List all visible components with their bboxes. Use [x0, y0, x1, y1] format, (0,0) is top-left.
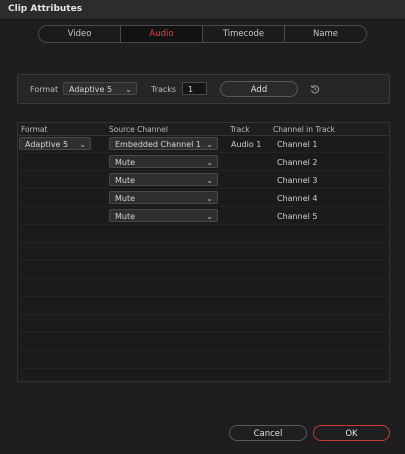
chevron-down-icon: ⌄ [206, 158, 213, 167]
tracks-label: Tracks [151, 85, 177, 94]
tab-audio[interactable]: Audio [121, 26, 203, 42]
channel-in-track: Channel 5 [277, 212, 318, 221]
source-channel-dropdown[interactable]: Mute ⌄ [109, 191, 218, 204]
header-format: Format [21, 125, 48, 134]
window-title: Clip Attributes [8, 4, 83, 14]
source-channel-dropdown[interactable]: Mute ⌄ [109, 209, 218, 222]
tab-video[interactable]: Video [39, 26, 121, 42]
table-header: Format Source Channel Track Channel in T… [18, 123, 389, 136]
channel-in-track: Channel 2 [277, 158, 318, 167]
source-channel-dropdown[interactable]: Mute ⌄ [109, 155, 218, 168]
chevron-down-icon: ⌄ [206, 176, 213, 185]
ok-button[interactable]: OK [313, 425, 390, 441]
channel-in-track: Channel 4 [277, 194, 318, 203]
tab-timecode[interactable]: Timecode [203, 26, 285, 42]
chevron-down-icon: ⌄ [79, 140, 86, 149]
table-format-dropdown[interactable]: Adaptive 5 ⌄ [19, 137, 91, 150]
source-channel-value: Mute [115, 212, 136, 221]
table-format-value: Adaptive 5 [25, 140, 69, 149]
header-source-channel: Source Channel [109, 125, 168, 134]
source-channel-value: Mute [115, 158, 136, 167]
header-channel-in-track: Channel in Track [273, 125, 336, 134]
add-button[interactable]: Add [220, 81, 298, 97]
track-value: Audio 1 [231, 140, 262, 149]
chevron-down-icon: ⌄ [206, 194, 213, 203]
format-dropdown-value: Adaptive 5 [69, 85, 113, 94]
format-label: Format [30, 85, 59, 94]
chevron-down-icon: ⌄ [206, 140, 213, 149]
chevron-down-icon: ⌄ [206, 212, 213, 221]
tab-name[interactable]: Name [285, 26, 366, 42]
source-channel-value: Embedded Channel 1 [115, 140, 202, 149]
chevron-down-icon: ⌄ [125, 85, 132, 94]
tab-bar: Video Audio Timecode Name [38, 25, 367, 43]
source-channel-value: Mute [115, 176, 136, 185]
source-channel-dropdown[interactable]: Embedded Channel 1 ⌄ [109, 137, 218, 150]
channel-in-track: Channel 1 [277, 140, 318, 149]
cancel-button[interactable]: Cancel [229, 425, 307, 441]
title-bar: Clip Attributes [0, 0, 405, 20]
format-dropdown[interactable]: Adaptive 5 ⌄ [63, 82, 137, 95]
channel-in-track: Channel 3 [277, 176, 318, 185]
source-channel-dropdown[interactable]: Mute ⌄ [109, 173, 218, 186]
tracks-input[interactable]: 1 [182, 82, 207, 95]
source-channel-value: Mute [115, 194, 136, 203]
header-track: Track [230, 125, 250, 134]
reset-icon[interactable] [310, 84, 320, 94]
